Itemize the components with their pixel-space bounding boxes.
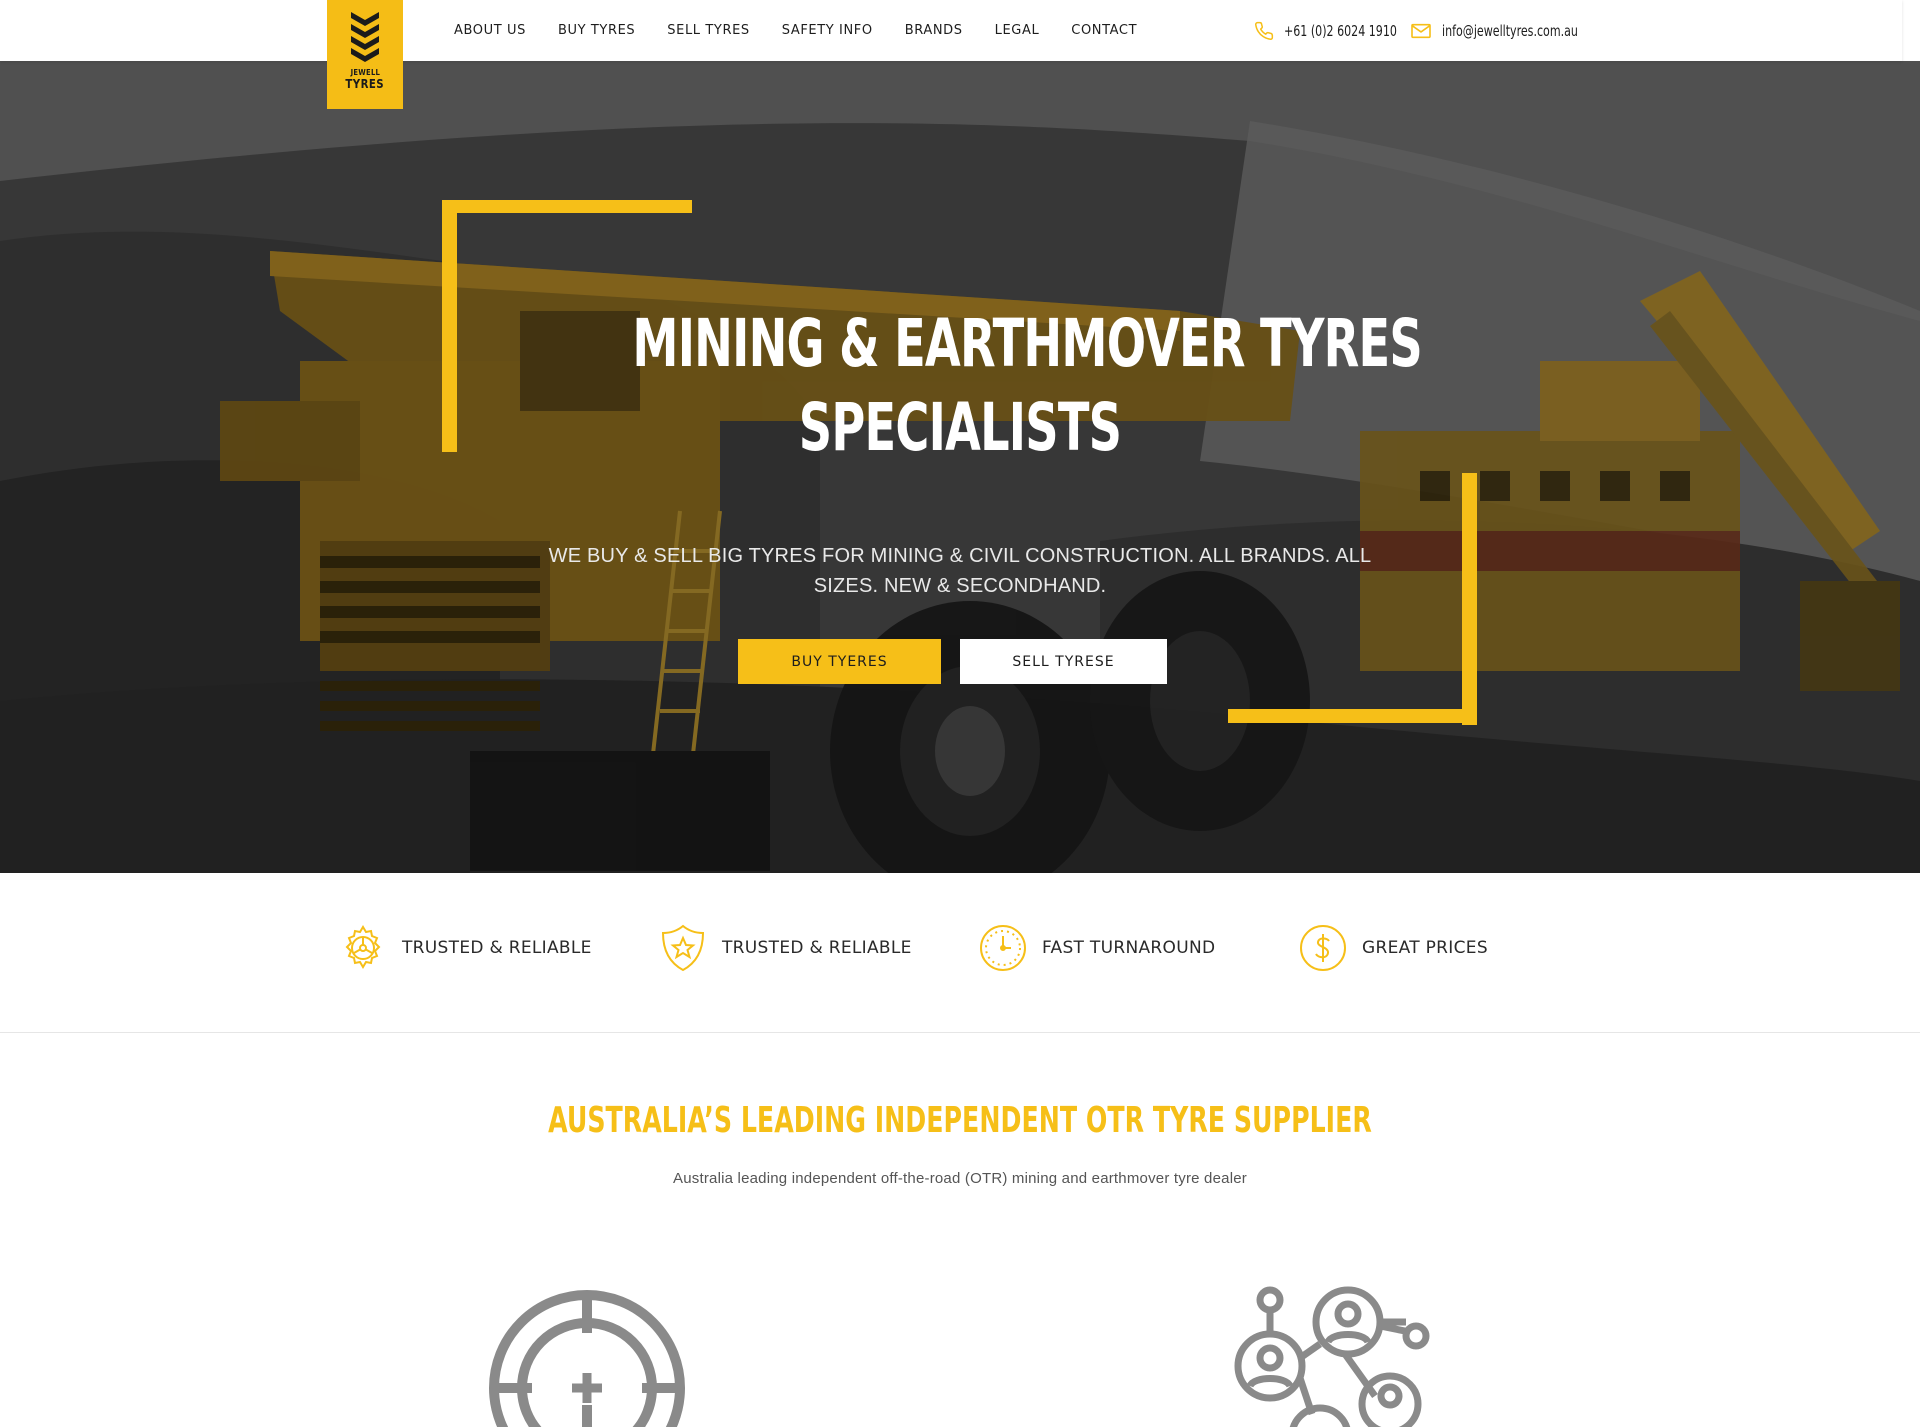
frame-bracket-right xyxy=(1462,473,1477,725)
brand-logo[interactable]: JEWELL TYRES xyxy=(327,0,403,109)
brand-name-top: JEWELL xyxy=(350,68,380,77)
nav-brands[interactable]: BRANDS xyxy=(905,23,963,38)
nav-legal[interactable]: LEGAL xyxy=(995,23,1040,38)
hero-title: MINING & EARTHMOVER TYRES SPECIALISTS xyxy=(540,302,1422,470)
hero-title-line1: MINING & EARTHMOVER TYRES xyxy=(632,305,1422,382)
nav-about-us[interactable]: ABOUT US xyxy=(454,23,526,38)
dollar-icon xyxy=(1300,925,1346,971)
buy-tyres-button[interactable]: BUY TYERES xyxy=(738,639,941,684)
hero-banner: MINING & EARTHMOVER TYRES SPECIALISTS WE… xyxy=(0,61,1920,873)
feature-label: FAST TURNAROUND xyxy=(1042,938,1216,958)
feature-great-prices: GREAT PRICES xyxy=(1298,923,1488,973)
envelope-icon xyxy=(1411,23,1431,38)
feature-trusted-reliable-2: TRUSTED & RELIABLE xyxy=(658,923,912,973)
target-crosshair-icon xyxy=(489,1290,685,1427)
sell-tyres-button[interactable]: SELL TYRESE xyxy=(960,639,1167,684)
feature-label: TRUSTED & RELIABLE xyxy=(402,938,592,958)
email-address: info@jewelltyres.com.au xyxy=(1442,21,1578,40)
frame-bracket-left xyxy=(442,200,457,452)
frame-bracket-bottom xyxy=(1228,709,1477,723)
nav-buy-tyres[interactable]: BUY TYRES xyxy=(558,23,635,38)
frame-bracket-top xyxy=(442,200,692,213)
star-shield-icon xyxy=(661,924,705,972)
brand-name-bottom: TYRES xyxy=(345,77,385,91)
nav-safety-info[interactable]: SAFETY INFO xyxy=(782,23,873,38)
feature-trusted-reliable-1: TRUSTED & RELIABLE xyxy=(338,923,592,973)
phone-contact[interactable]: +61 (0)2 6024 1910 xyxy=(1254,0,1422,61)
phone-number: +61 (0)2 6024 1910 xyxy=(1284,21,1397,40)
section-subtitle: Australia leading independent off-the-ro… xyxy=(673,1170,1247,1187)
hero-title-line2: SPECIALISTS xyxy=(798,389,1122,466)
section-title: AUSTRALIA’S LEADING INDEPENDENT OTR TYRE… xyxy=(0,1100,1920,1141)
nav-contact[interactable]: CONTACT xyxy=(1071,23,1137,38)
phone-icon xyxy=(1255,21,1274,40)
feature-fast-turnaround: FAST TURNAROUND xyxy=(978,923,1215,973)
gear-wheel-icon xyxy=(345,925,381,969)
email-contact[interactable]: info@jewelltyres.com.au xyxy=(1410,0,1608,61)
network-people-icon xyxy=(1234,1286,1430,1427)
nav-sell-tyres[interactable]: SELL TYRES xyxy=(667,23,749,38)
clock-icon xyxy=(980,925,1026,971)
feature-label: GREAT PRICES xyxy=(1362,938,1488,958)
tyre-tread-icon xyxy=(351,12,379,62)
hero-subtitle: WE BUY & SELL BIG TYRES FOR MINING & CIV… xyxy=(548,545,1372,597)
section-title-text: AUSTRALIA’S LEADING INDEPENDENT OTR TYRE… xyxy=(548,1100,1372,1141)
main-nav: ABOUT US BUY TYRES SELL TYRES SAFETY INF… xyxy=(454,0,1169,61)
feature-label: TRUSTED & RELIABLE xyxy=(722,938,912,958)
features-strip: TRUSTED & RELIABLE TRUSTED & RELIABLE FA… xyxy=(0,873,1920,1033)
top-navigation-bar: ABOUT US BUY TYRES SELL TYRES SAFETY INF… xyxy=(0,0,1902,61)
